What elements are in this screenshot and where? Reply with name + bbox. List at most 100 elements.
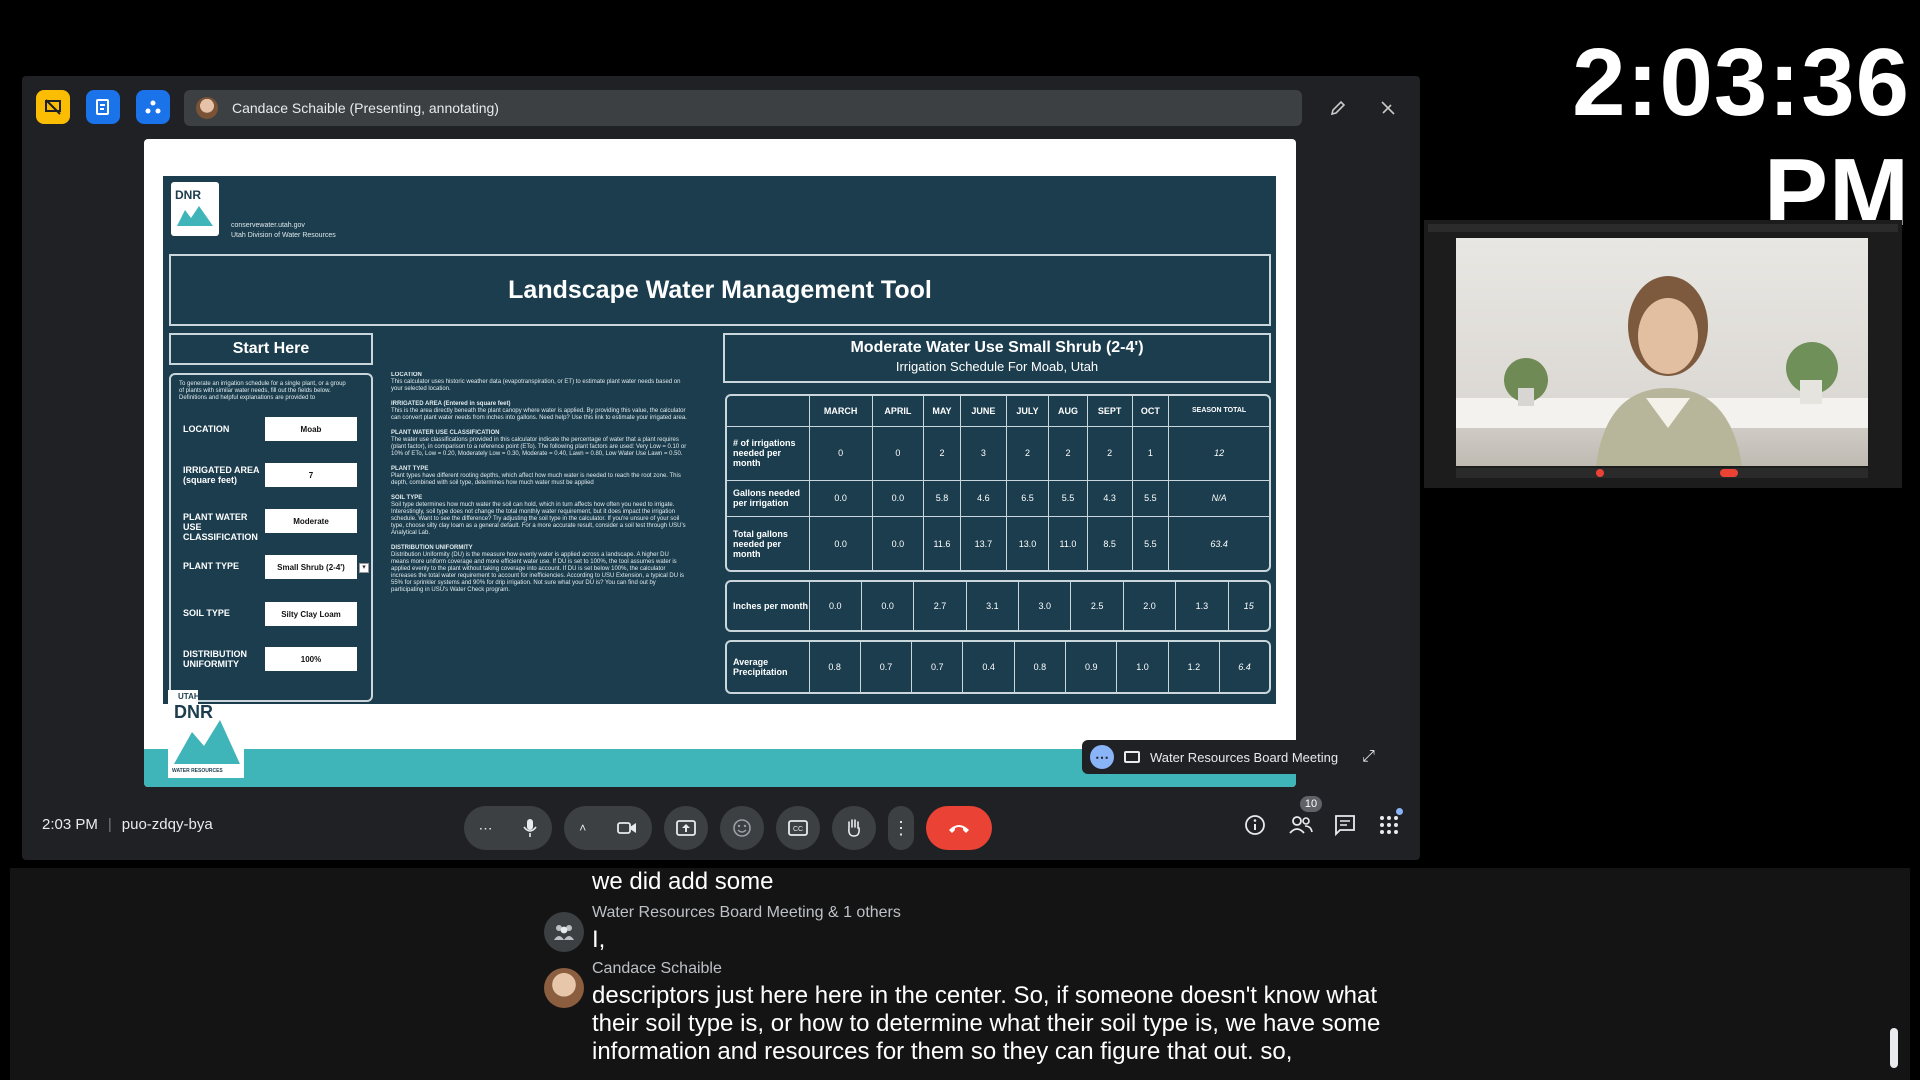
intro-text: To generate an irrigation schedule for a…: [179, 381, 346, 401]
caption-text: I,: [592, 926, 606, 953]
row-label: Average Precipitation: [733, 657, 788, 677]
more-options-icon[interactable]: ⋯: [479, 820, 493, 837]
camera-icon[interactable]: [616, 821, 637, 835]
def-heading: IRRIGATED AREA (Entered in square feet): [391, 401, 511, 407]
def-heading: SOIL TYPE: [391, 495, 423, 501]
def-text: Distribution Uniformity (DU) is the meas…: [391, 552, 685, 593]
pen-icon[interactable]: [1320, 90, 1356, 126]
ai-assist-icon[interactable]: [136, 90, 170, 124]
present-screen-icon[interactable]: [664, 806, 708, 850]
meet-window: Candace Schaible (Presenting, annotating…: [22, 76, 1420, 860]
chevron-up-icon[interactable]: ˄: [579, 821, 586, 835]
caption-text: we did add some: [592, 868, 774, 895]
inches-table: Inches per month 0.0 0.0 2.7 3.1 3.0 2.5…: [725, 580, 1271, 632]
pip-bar[interactable]: ⋯ Water Resources Board Meeting ⤢: [1082, 740, 1394, 774]
more-vertical-icon[interactable]: ⋮: [888, 806, 914, 850]
table-cell: 1: [1131, 425, 1169, 481]
plant-type-field: Small Shrub (2-4'): [265, 555, 357, 579]
expand-icon[interactable]: ⤢: [1362, 748, 1375, 766]
captions-icon[interactable]: CC: [776, 806, 820, 850]
notification-dot: [1396, 808, 1403, 815]
avatar: [544, 968, 584, 1008]
table-cell: 5.8: [922, 479, 961, 517]
table-cell: 8.5: [1086, 516, 1133, 570]
end-call-mini: [1720, 469, 1738, 477]
distribution-label: DISTRIBUTION UNIFORMITY: [183, 649, 247, 669]
microphone-icon[interactable]: [522, 818, 538, 838]
table-cell: 2.7: [913, 582, 967, 630]
start-here-label: Start Here: [169, 333, 373, 365]
dropdown-arrow-icon: ▾: [359, 563, 369, 573]
schedule-subtitle: Irrigation Schedule For Moab, Utah: [895, 359, 1099, 374]
table-cell: 2.5: [1070, 582, 1124, 630]
table-row: # of irrigations needed per month 0 0 2 …: [727, 425, 1269, 481]
mic-control[interactable]: ⋯: [464, 806, 552, 850]
table-cell: 1.0: [1116, 642, 1169, 692]
table-cell: 2: [1086, 425, 1133, 481]
def-heading: PLANT WATER USE CLASSIFICATION: [391, 430, 500, 436]
month-header: JUNE: [959, 396, 1007, 426]
group-avatar: [544, 912, 584, 952]
table-cell: 0: [808, 425, 873, 481]
meeting-info: 2:03 PM | puo-zdqy-bya: [42, 816, 213, 833]
definitions-panel: LOCATION This calculator uses historic w…: [391, 372, 687, 702]
slide-title: Landscape Water Management Tool: [508, 276, 932, 304]
table-cell: 15: [1227, 582, 1269, 630]
table-cell: 0.0: [871, 479, 924, 517]
notes-icon[interactable]: [86, 90, 120, 124]
month-header: MAY: [922, 396, 961, 426]
table-cell: 2: [1048, 425, 1088, 481]
info-icon[interactable]: [1244, 814, 1270, 840]
caption-speaker: Candace Schaible: [592, 960, 722, 977]
month-header: SEASON TOTAL: [1168, 396, 1269, 426]
rec-dot: [1596, 469, 1604, 477]
avatar: [196, 97, 218, 119]
camera-control[interactable]: ˄: [564, 806, 652, 850]
clock-time: 2:03:36 PM: [1572, 29, 1910, 246]
end-call-icon[interactable]: [926, 806, 992, 850]
more-dots-icon[interactable]: ⋯: [1090, 745, 1114, 769]
table-cell: 5.5: [1131, 516, 1169, 570]
table-cell: 3.0: [1018, 582, 1071, 630]
table-row: Inches per month 0.0 0.0 2.7 3.1 3.0 2.5…: [727, 582, 1269, 630]
annotate-off-icon[interactable]: [1370, 90, 1406, 126]
month-header: JULY: [1005, 396, 1049, 426]
table-cell: 13.7: [959, 516, 1007, 570]
table-cell: 0.4: [962, 642, 1015, 692]
raise-hand-icon[interactable]: [832, 806, 876, 850]
chat-icon[interactable]: [1334, 814, 1360, 840]
logo-text: DNR: [174, 702, 213, 722]
row-label: # of irrigations needed per month: [727, 425, 809, 481]
presenter-label: Candace Schaible (Presenting, annotating…: [232, 100, 499, 116]
captions-panel: we did add some Water Resources Board Me…: [10, 868, 1910, 1080]
scrollbar[interactable]: [1890, 1028, 1898, 1068]
slide: DNR conservewater.utah.gov Utah Division…: [163, 176, 1276, 704]
table-cell: 12: [1168, 425, 1269, 481]
month-header: AUG: [1048, 396, 1088, 426]
present-off-icon[interactable]: [36, 90, 70, 124]
location-field: Moab: [265, 417, 357, 441]
month-header: MARCH: [808, 396, 873, 426]
table-cell: 0.0: [860, 582, 914, 630]
table-cell: 5.5: [1131, 479, 1169, 517]
row-label: Total gallons needed per month: [727, 516, 809, 570]
pip-title: Water Resources Board Meeting: [1150, 749, 1339, 765]
table-cell: 3.1: [965, 582, 1019, 630]
precip-table: Average Precipitation 0.8 0.7 0.7 0.4 0.…: [725, 640, 1271, 694]
title-box: Landscape Water Management Tool: [169, 254, 1271, 326]
month-header: SEPT: [1086, 396, 1133, 426]
input-panel: To generate an irrigation schedule for a…: [169, 373, 373, 702]
table-cell: 2: [1005, 425, 1049, 481]
emoji-icon[interactable]: [720, 806, 764, 850]
def-heading: PLANT TYPE: [391, 466, 429, 472]
schedule-title-box: Moderate Water Use Small Shrub (2-4') Ir…: [723, 333, 1271, 383]
logo-small-text: UTAH: [178, 692, 200, 701]
table-cell: 2: [922, 425, 961, 481]
people-icon[interactable]: [1288, 814, 1316, 840]
presenter-bar: Candace Schaible (Presenting, annotating…: [184, 90, 1302, 126]
apps-icon[interactable]: [1378, 808, 1404, 840]
divider: |: [107, 816, 112, 833]
shared-screen: DNR conservewater.utah.gov Utah Division…: [144, 139, 1296, 787]
dnr-logo-bottom: UTAH DNR WATER RESOURCES: [164, 684, 248, 782]
month-header: OCT: [1131, 396, 1169, 426]
